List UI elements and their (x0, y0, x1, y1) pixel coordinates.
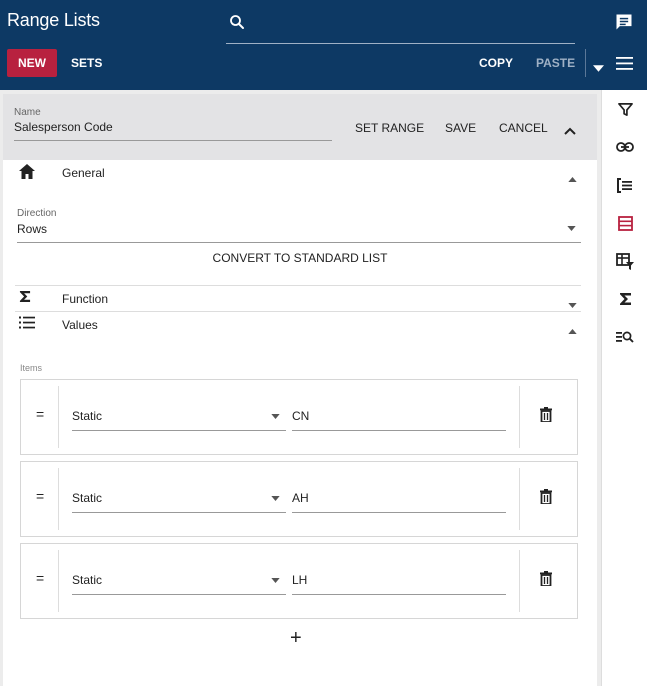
convert-to-standard-list-button[interactable]: CONVERT TO STANDARD LIST (3, 251, 597, 265)
list-indent-icon[interactable] (616, 176, 634, 194)
operator-select[interactable]: = (36, 488, 44, 504)
section-general[interactable]: General (15, 160, 581, 186)
items-label: Items (20, 363, 43, 373)
sigma-icon[interactable] (616, 290, 634, 308)
set-range-button[interactable]: SET RANGE (355, 121, 424, 135)
type-select[interactable]: Static (72, 573, 102, 587)
type-select[interactable]: Static (72, 409, 102, 423)
divider (58, 386, 59, 448)
header-divider (585, 49, 586, 77)
section-values-label: Values (62, 318, 98, 332)
search-input[interactable] (252, 14, 562, 36)
caret-down-icon[interactable] (593, 59, 604, 77)
direction-underline (17, 242, 581, 243)
list-item: = Static AH (20, 461, 578, 537)
save-button[interactable]: SAVE (445, 121, 476, 135)
sets-button[interactable]: SETS (71, 56, 102, 70)
section-general-label: General (62, 166, 105, 180)
trash-icon[interactable] (540, 571, 552, 591)
divider (519, 468, 520, 530)
sigma-icon (19, 290, 31, 308)
right-sidebar (601, 90, 647, 686)
divider (519, 386, 520, 448)
name-bar: Name Salesperson Code SET RANGE SAVE CAN… (3, 94, 597, 160)
divider (58, 550, 59, 612)
trash-icon[interactable] (540, 407, 552, 427)
direction-select[interactable]: Rows (17, 222, 47, 236)
menu-icon[interactable] (616, 57, 633, 75)
list-numbered-icon (19, 316, 35, 334)
section-values[interactable]: Values (15, 312, 581, 338)
value-underline (292, 430, 506, 431)
value-input[interactable]: CN (292, 409, 309, 423)
caret-down-icon[interactable] (567, 218, 576, 236)
chat-icon[interactable] (614, 12, 634, 37)
divider (58, 468, 59, 530)
cancel-button[interactable]: CANCEL (499, 121, 548, 135)
direction-label: Direction (17, 208, 57, 219)
divider (519, 550, 520, 612)
list-item: = Static LH (20, 543, 578, 619)
operator-select[interactable]: = (36, 570, 44, 586)
search-bar[interactable] (226, 8, 575, 44)
name-input[interactable]: Salesperson Code (14, 120, 113, 134)
filter-icon[interactable] (616, 100, 634, 118)
list-search-icon[interactable] (616, 328, 634, 346)
type-select[interactable]: Static (72, 491, 102, 505)
range-list-panel: Name Salesperson Code SET RANGE SAVE CAN… (3, 94, 597, 686)
caret-up-icon[interactable] (568, 321, 577, 339)
search-icon[interactable] (228, 13, 246, 36)
caret-up-icon[interactable] (568, 169, 577, 187)
caret-down-icon[interactable] (271, 488, 280, 506)
value-input[interactable]: LH (292, 573, 307, 587)
type-underline (72, 594, 286, 595)
app-title: Range Lists (7, 10, 100, 30)
table-icon[interactable] (616, 214, 634, 232)
table-filter-icon[interactable] (616, 252, 634, 270)
type-underline (72, 430, 286, 431)
value-input[interactable]: AH (292, 491, 309, 505)
name-label: Name (14, 107, 41, 118)
name-underline (14, 140, 332, 141)
add-item-button[interactable]: + (290, 628, 302, 649)
list-item: = Static CN (20, 379, 578, 455)
plus-icon: + (290, 627, 302, 649)
section-function-label: Function (62, 292, 109, 306)
link-icon[interactable] (616, 138, 634, 156)
value-underline (292, 512, 506, 513)
new-button[interactable]: NEW (7, 49, 57, 77)
caret-down-icon[interactable] (271, 570, 280, 588)
trash-icon[interactable] (540, 489, 552, 509)
type-underline (72, 512, 286, 513)
section-function[interactable]: Function (15, 286, 581, 312)
chevron-up-icon[interactable] (564, 122, 576, 140)
value-underline (292, 594, 506, 595)
paste-button[interactable]: PASTE (536, 56, 575, 70)
app-header: Range Lists NEW SETS COPY PASTE (0, 0, 647, 90)
operator-select[interactable]: = (36, 406, 44, 422)
caret-down-icon[interactable] (271, 406, 280, 424)
home-icon (19, 164, 35, 184)
copy-button[interactable]: COPY (479, 56, 513, 70)
